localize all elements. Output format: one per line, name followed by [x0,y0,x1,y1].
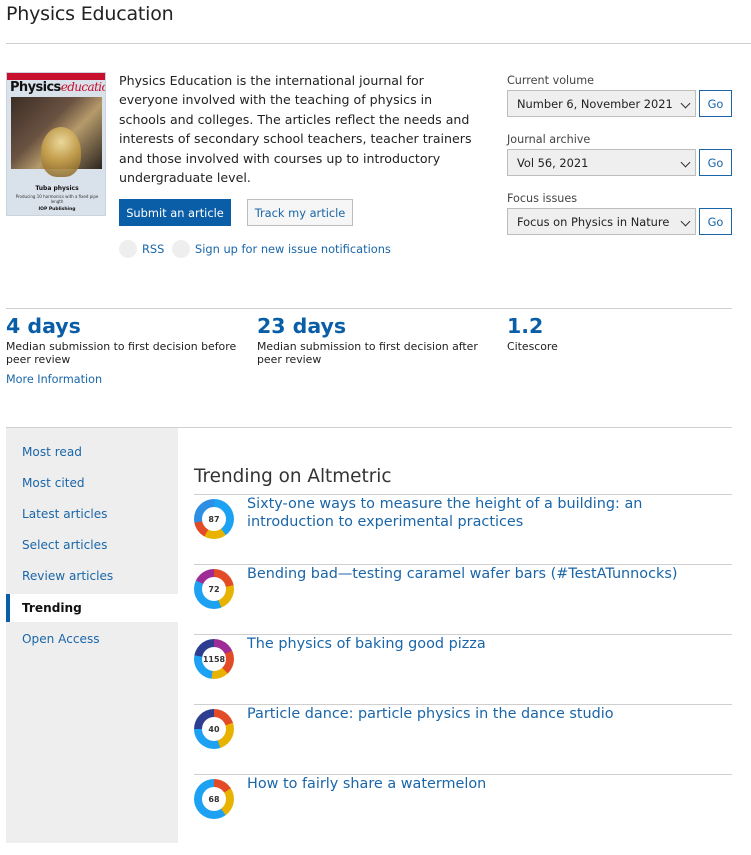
altmetric-score: 72 [202,577,226,601]
rss-link[interactable]: RSS [119,240,164,258]
sidebar-item-trending[interactable]: Trending [6,594,178,622]
current-volume-value: Number 6, November 2021 [517,96,673,111]
article-link[interactable]: How to fairly share a watermelon [247,775,727,793]
metric-label: Median submission to first decision afte… [257,340,478,366]
signup-label: Sign up for new issue notifications [195,242,391,256]
focus-issues-select[interactable]: Focus on Physics in Nature [507,208,696,235]
article-list-sidebar: Most read Most cited Latest articles Sel… [6,428,178,843]
focus-issues-go-button[interactable]: Go [699,208,732,235]
altmetric-score: 40 [202,717,226,741]
sidebar-item-select-articles[interactable]: Select articles [6,531,178,559]
submit-article-button[interactable]: Submit an article [119,199,231,226]
metric-value: 1.2 [507,314,544,338]
rss-icon [119,240,137,258]
altmetric-score: 68 [202,787,226,811]
journal-archive-go-button[interactable]: Go [699,149,732,176]
metric-label: Citescore [507,340,558,353]
sidebar-item-most-read[interactable]: Most read [6,438,178,466]
current-volume-go-button[interactable]: Go [699,90,732,117]
metric-value: 23 days [257,314,347,338]
list-item: 72 Bending bad—testing caramel wafer bar… [194,564,732,634]
altmetric-donut-icon[interactable]: 1158 [194,639,234,679]
current-volume-label: Current volume [507,74,595,87]
tuba-image [41,127,81,177]
article-link[interactable]: The physics of baking good pizza [247,635,727,653]
article-link[interactable]: Sixty-one ways to measure the height of … [247,495,727,531]
list-item: 40 Particle dance: particle physics in t… [194,704,732,774]
more-information-link[interactable]: More Information [6,373,102,386]
title-divider [6,43,751,44]
altmetric-donut-icon[interactable]: 40 [194,709,234,749]
journal-archive-select[interactable]: Vol 56, 2021 [507,149,696,176]
cover-publisher: IOP Publishing [38,207,76,212]
altmetric-donut-icon[interactable]: 87 [194,499,234,539]
focus-issues-value: Focus on Physics in Nature [517,214,670,229]
cover-subcaption: Producing 10 harmonics with a fixed pipe… [15,194,99,204]
sidebar-item-latest-articles[interactable]: Latest articles [6,500,178,528]
list-item: 68 How to fairly share a watermelon [194,774,732,844]
sidebar-item-open-access[interactable]: Open Access [6,625,178,653]
journal-archive-label: Journal archive [507,133,591,146]
rss-label: RSS [142,242,165,256]
altmetric-score: 87 [202,507,226,531]
chevron-down-icon [680,216,691,227]
sidebar-item-review-articles[interactable]: Review articles [6,562,178,590]
altmetric-donut-icon[interactable]: 68 [194,779,234,819]
journal-cover-image[interactable]: Physicseducation Tuba physics Producing … [6,72,106,216]
current-volume-select[interactable]: Number 6, November 2021 [507,90,696,117]
journal-description: Physics Education is the international j… [119,73,472,186]
metrics-divider [6,308,732,309]
altmetric-donut-icon[interactable]: 72 [194,569,234,609]
cover-logo: Physicseducation [10,80,105,95]
page-title: Physics Education [6,3,174,25]
cover-top-bar [7,73,105,80]
list-item: 1158 The physics of baking good pizza [194,634,732,704]
altmetric-score: 1158 [202,647,226,671]
list-item: 87 Sixty-one ways to measure the height … [194,494,732,564]
metric-value: 4 days [6,314,81,338]
cover-caption: Tuba physics [35,185,79,192]
article-link[interactable]: Particle dance: particle physics in the … [247,705,727,723]
trending-title: Trending on Altmetric [194,466,392,487]
notification-icon [172,240,190,258]
metric-label: Median submission to first decision befo… [6,340,237,366]
article-link[interactable]: Bending bad—testing caramel wafer bars (… [247,565,727,583]
chevron-down-icon [680,98,691,109]
track-article-button[interactable]: Track my article [247,199,353,226]
sidebar-item-most-cited[interactable]: Most cited [6,469,178,497]
journal-archive-value: Vol 56, 2021 [517,155,589,170]
focus-issues-label: Focus issues [507,192,578,205]
chevron-down-icon [680,157,691,168]
signup-notifications-link[interactable]: Sign up for new issue notifications [172,240,391,258]
cover-photo [11,97,102,177]
